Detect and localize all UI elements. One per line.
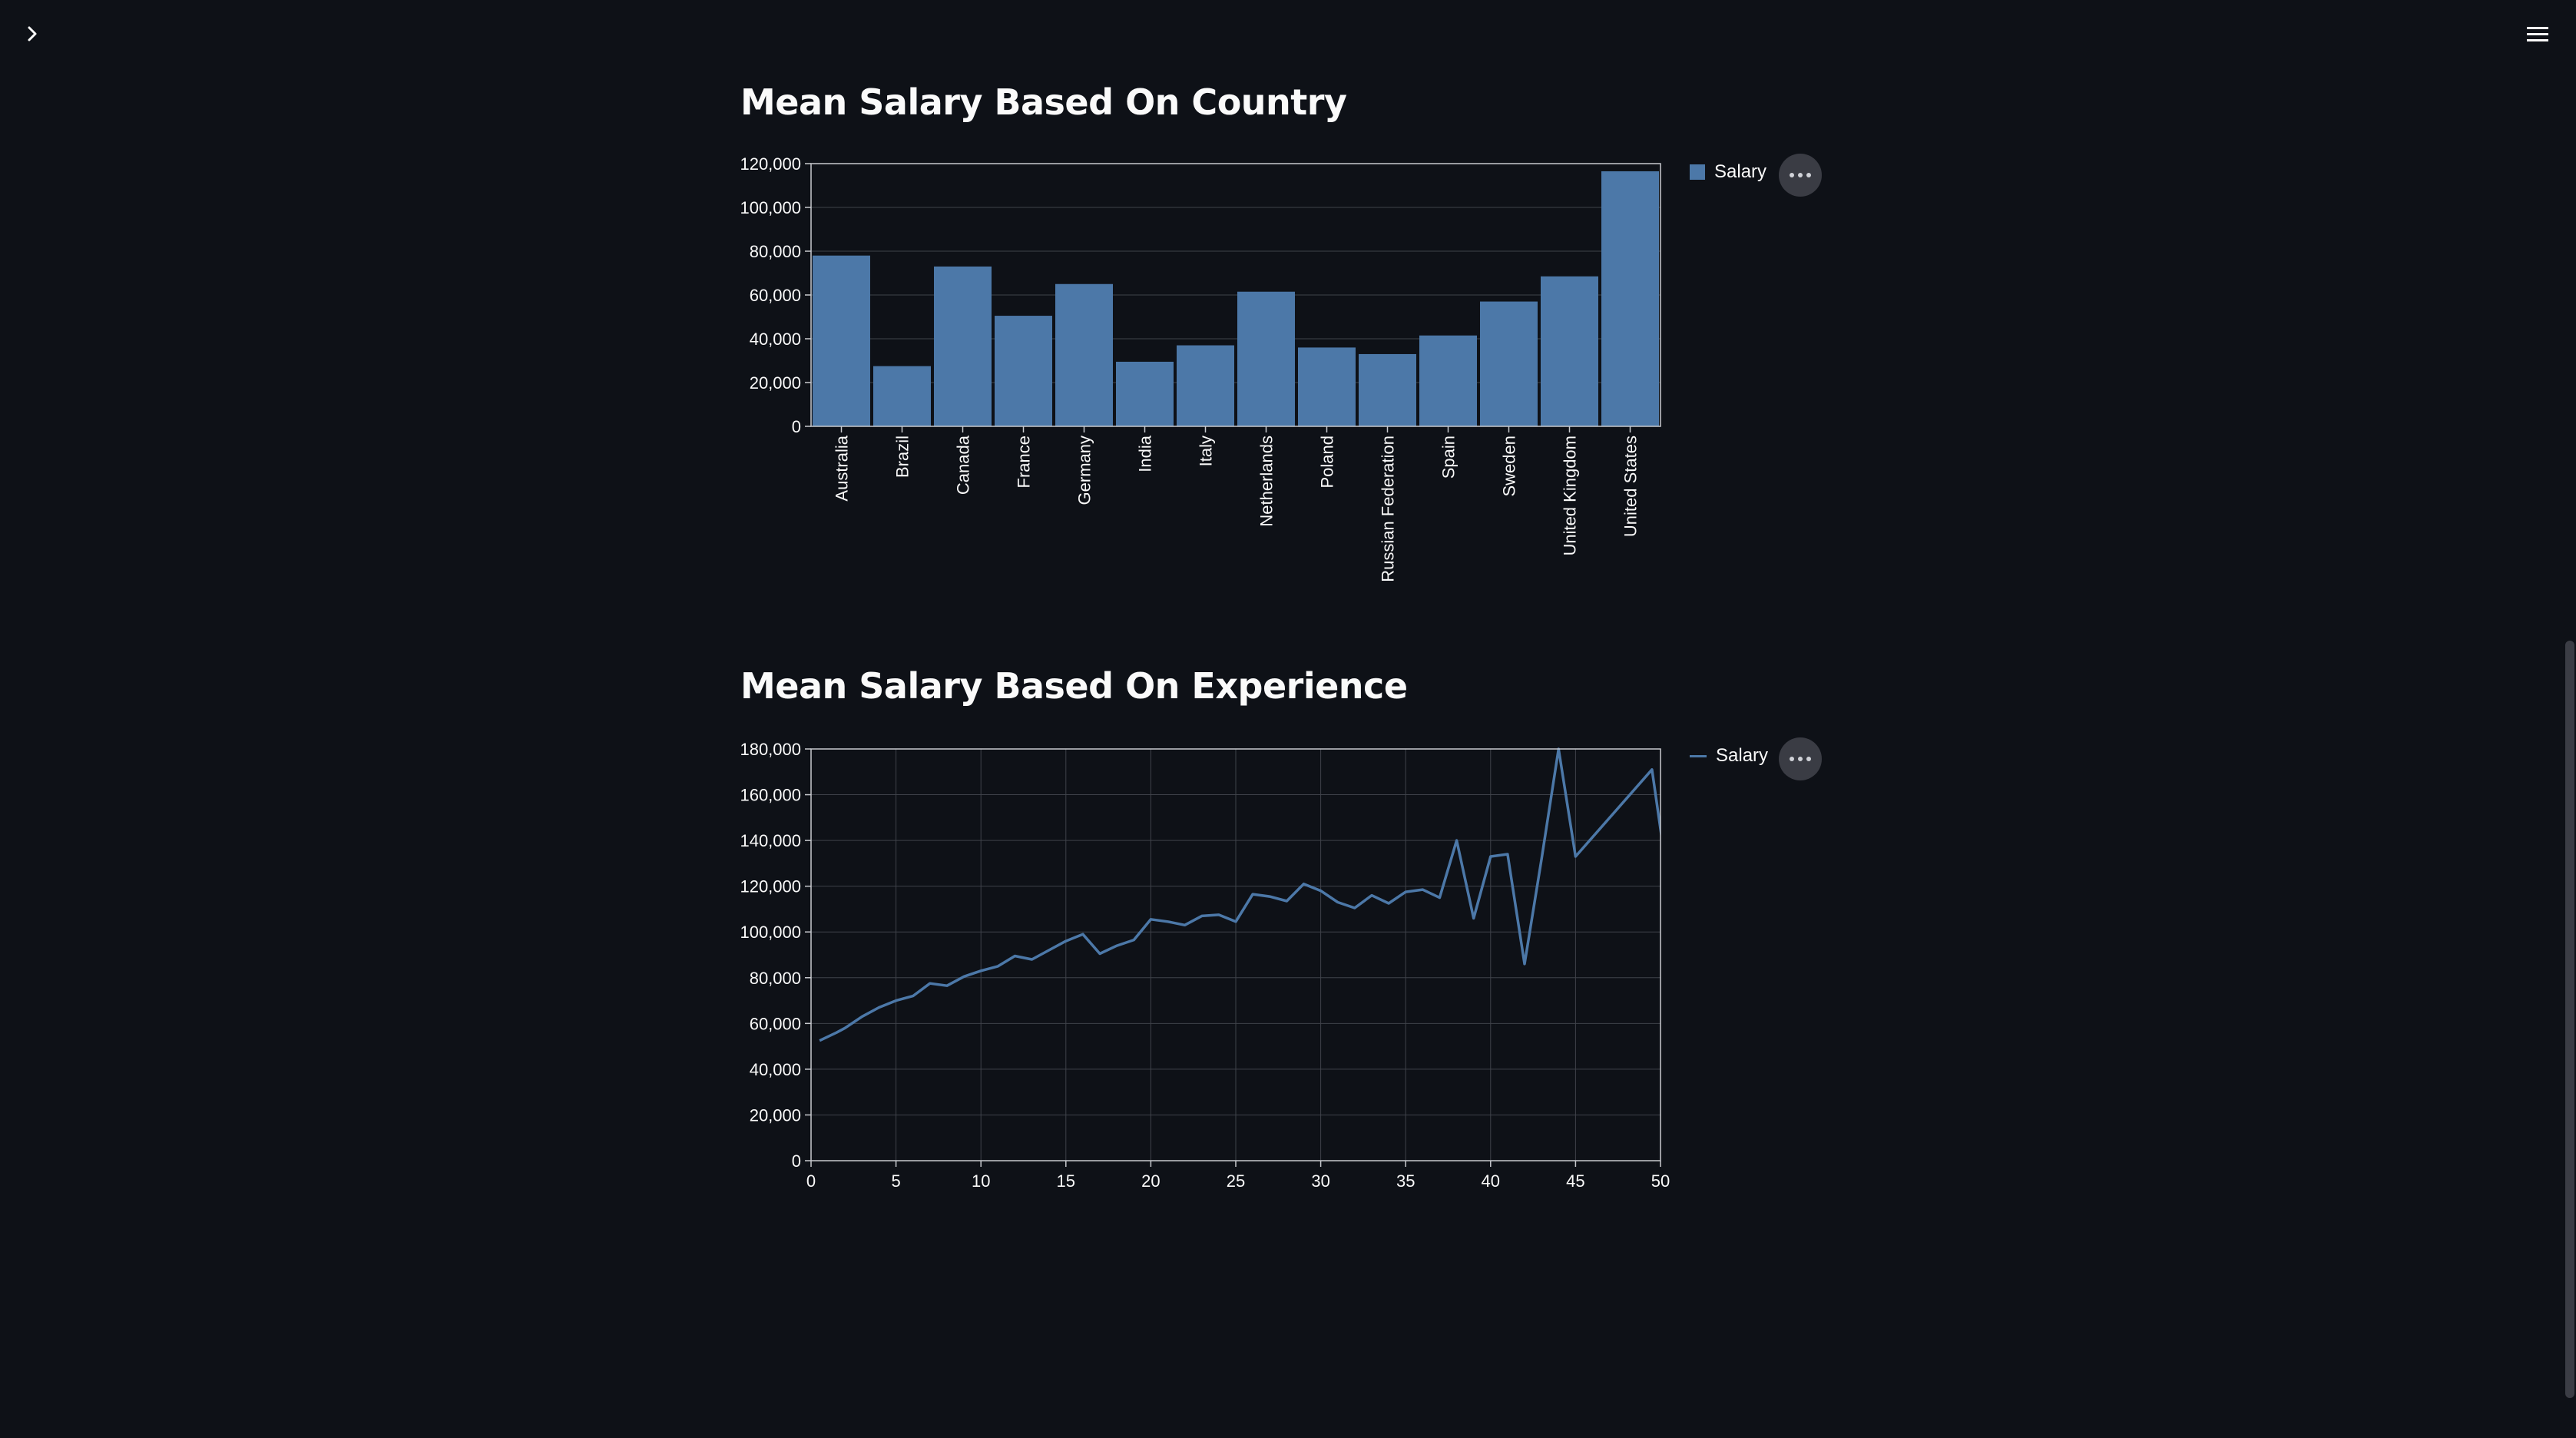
y-tick-label: 140,000 bbox=[740, 831, 801, 850]
x-tick-label: 45 bbox=[1566, 1171, 1584, 1191]
y-tick-label: 180,000 bbox=[740, 740, 801, 759]
x-tick-label: 50 bbox=[1651, 1171, 1670, 1191]
x-tick-label: 25 bbox=[1227, 1171, 1245, 1191]
x-tick-label: 20 bbox=[1141, 1171, 1160, 1191]
y-tick-label: 120,000 bbox=[740, 877, 801, 896]
x-tick-label: 0 bbox=[806, 1171, 816, 1191]
app-root: Mean Salary Based On Country 0 20,000 40,0… bbox=[0, 0, 2576, 1438]
legend-swatch bbox=[1690, 754, 1707, 757]
y-tick-label: 60,000 bbox=[750, 1014, 801, 1033]
legend-label: Salary bbox=[1716, 745, 1769, 766]
y-tick-label: 80,000 bbox=[750, 969, 801, 988]
experience-chart-legend: Salary bbox=[1690, 745, 1768, 767]
y-tick-label: 40,000 bbox=[750, 1060, 801, 1079]
experience-chart-menu-button[interactable] bbox=[1779, 737, 1822, 780]
y-tick-label: 20,000 bbox=[750, 1105, 801, 1125]
y-tick-label: 100,000 bbox=[740, 923, 801, 942]
x-tick-label: 15 bbox=[1057, 1171, 1075, 1191]
y-tick-label: 0 bbox=[792, 1151, 801, 1171]
experience-line-chart: 0 20,000 40,000 60,000 80,000 100,000 120,000 1… bbox=[740, 740, 1670, 1191]
x-tick-label: 30 bbox=[1311, 1171, 1329, 1191]
x-tick-label: 5 bbox=[891, 1171, 900, 1191]
salary-series-line bbox=[819, 747, 1660, 1042]
ellipsis-icon bbox=[1790, 757, 1794, 761]
x-tick-label: 40 bbox=[1482, 1171, 1500, 1191]
x-tick-label: 35 bbox=[1396, 1171, 1415, 1191]
x-tick-label: 10 bbox=[972, 1171, 990, 1191]
y-tick-label: 160,000 bbox=[740, 786, 801, 805]
